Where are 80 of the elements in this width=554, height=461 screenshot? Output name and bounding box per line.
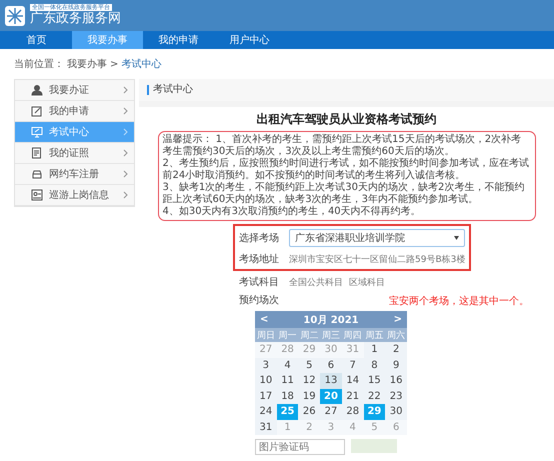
calendar-day[interactable]: 30 bbox=[385, 404, 407, 420]
weekday-label: 周日 bbox=[255, 328, 277, 342]
calendar-day[interactable]: 9 bbox=[385, 358, 407, 373]
calendar-day[interactable]: 27 bbox=[320, 404, 342, 420]
panel-title: 考试中心 bbox=[147, 85, 193, 95]
calendar-day[interactable]: 4 bbox=[276, 358, 298, 373]
nav-tab[interactable]: 用户中心 bbox=[214, 31, 285, 49]
site-name: 广东政务服务网 bbox=[30, 11, 121, 27]
page-title: 出租汽车驾驶员从业资格考试预约 bbox=[256, 111, 436, 128]
calendar-month: 10月 2021 bbox=[303, 314, 359, 326]
calendar-day[interactable]: 15 bbox=[364, 373, 386, 388]
nav-tab[interactable]: 首页 bbox=[1, 31, 72, 49]
breadcrumb-separator: > bbox=[110, 58, 118, 70]
calendar-day[interactable]: 13 bbox=[320, 373, 342, 388]
chevron-right-icon bbox=[123, 86, 128, 94]
notice-paragraph: 4、如30天内有3次取消预约的考生，40天内不得再约考。 bbox=[162, 206, 422, 218]
calendar-day[interactable]: 8 bbox=[364, 358, 386, 373]
breadcrumb-prefix: 当前位置： bbox=[14, 58, 64, 71]
calendar-day[interactable]: 11 bbox=[276, 373, 298, 388]
annotation-text: 宝安两个考场，这是其中一个。 bbox=[389, 294, 529, 308]
calendar-day[interactable]: 17 bbox=[255, 388, 277, 404]
calendar-day[interactable]: 24 bbox=[255, 404, 277, 420]
chevron-right-icon bbox=[123, 191, 128, 199]
captcha-input[interactable]: 图片验证码 bbox=[255, 439, 345, 455]
calendar-day[interactable]: 26 bbox=[298, 404, 320, 420]
chevron-right-icon bbox=[123, 170, 128, 178]
person-icon bbox=[31, 84, 43, 96]
dropdown-caret-icon bbox=[454, 236, 459, 240]
calendar-day[interactable]: 2 bbox=[385, 342, 407, 358]
sidebar-item-label: 考试中心 bbox=[49, 126, 90, 139]
edit-icon bbox=[31, 105, 43, 117]
sidebar-item-label: 我的申请 bbox=[49, 104, 90, 118]
calendar-day[interactable]: 5 bbox=[298, 358, 320, 373]
id-card-icon bbox=[31, 189, 43, 201]
weekday-label: 周二 bbox=[298, 328, 320, 342]
subject-text: 全国公共科目 bbox=[289, 276, 343, 288]
monitor-icon bbox=[31, 126, 43, 138]
venue-address: 深圳市宝安区七十一区留仙二路59号B栋3楼 bbox=[289, 254, 466, 266]
sidebar-item-label: 巡游上岗信息 bbox=[49, 188, 110, 202]
calendar-day[interactable]: 1 bbox=[364, 342, 386, 358]
notice-paragraph: 温馨提示： 1、首次补考的考生，需预约距上次考试15天后的考试场次，2次补考考生需预约30天后的场次，3次及以上考生需预约60天后的场次。 bbox=[162, 134, 522, 158]
calendar-day[interactable]: 16 bbox=[385, 373, 407, 388]
calendar-day[interactable]: 21 bbox=[342, 388, 364, 404]
chevron-right-icon bbox=[123, 107, 128, 115]
venue-select[interactable]: 广东省深港职业培训学院 bbox=[289, 229, 465, 247]
weekday-label: 周三 bbox=[320, 328, 342, 342]
sidebar-item-label: 我的证照 bbox=[49, 146, 90, 160]
notice-paragraph: 2、考生预约后，应按照预约时间进行考试，如不能按预约时间参加考试，应在考试前24小时取消预约。如不按预约的时间考试的考生将列入诚信考核。 bbox=[162, 158, 530, 182]
calendar-day[interactable]: 19 bbox=[298, 388, 320, 404]
notice-paragraph: 3、缺考1次的考生，不能预约距上次考试30天内的场次，缺考2次考生，不能预约距上次考试60天内的场次，缺考3次的考生，3年内不能预约参加考试。 bbox=[162, 182, 526, 206]
weekday-label: 周六 bbox=[385, 328, 407, 342]
field-label: 选择考场 bbox=[239, 232, 280, 245]
field-label: 考试科目 bbox=[239, 276, 280, 289]
breadcrumb-link[interactable]: 我要办事 bbox=[67, 57, 107, 71]
breadcrumb-current: 考试中心 bbox=[121, 58, 162, 71]
calendar-day[interactable]: 22 bbox=[364, 388, 386, 404]
calendar-day[interactable]: 28 bbox=[342, 404, 364, 420]
sidebar-item-label: 网约车注册 bbox=[49, 168, 100, 181]
calendar-day[interactable]: 12 bbox=[298, 373, 320, 388]
nav-tab[interactable]: 我的申请 bbox=[143, 31, 214, 49]
calendar-day[interactable]: 3 bbox=[255, 358, 277, 373]
calendar-day[interactable]: 31 bbox=[255, 420, 277, 435]
subject-text: 区域科目 bbox=[349, 276, 385, 288]
weekday-label: 周一 bbox=[276, 328, 298, 342]
weekday-label: 周四 bbox=[342, 328, 364, 342]
chevron-right-icon bbox=[123, 128, 128, 136]
sidebar-item-label: 我要办证 bbox=[49, 84, 90, 97]
chevron-right-icon bbox=[123, 149, 128, 157]
calendar-day[interactable]: 14 bbox=[342, 373, 364, 388]
document-icon bbox=[31, 147, 43, 159]
calendar-day[interactable]: 7 bbox=[342, 358, 364, 373]
calendar-day[interactable]: 18 bbox=[276, 388, 298, 404]
field-label: 预约场次 bbox=[239, 294, 280, 307]
field-label: 考场地址 bbox=[239, 252, 280, 266]
pinwheel-logo-icon bbox=[4, 4, 26, 26]
weekday-label: 周五 bbox=[364, 328, 386, 342]
calendar-day[interactable]: 23 bbox=[385, 388, 407, 404]
captcha-image-placeholder bbox=[351, 439, 397, 453]
calendar-day[interactable]: 10 bbox=[255, 373, 277, 388]
calendar-day[interactable]: 6 bbox=[320, 358, 342, 373]
